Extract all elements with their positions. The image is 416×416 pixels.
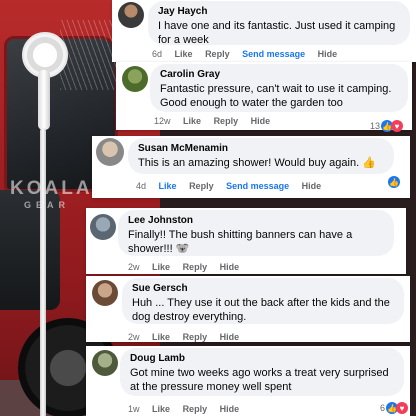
- send-message-button[interactable]: Send message: [242, 49, 305, 59]
- commenter-name[interactable]: Sue Gersch: [132, 283, 394, 294]
- avatar[interactable]: [118, 2, 144, 28]
- like-button[interactable]: Like: [159, 181, 177, 191]
- hide-button[interactable]: Hide: [318, 49, 338, 59]
- avatar[interactable]: [96, 138, 124, 166]
- comment-bubble: Susan McMenamin This is an amazing showe…: [128, 138, 394, 174]
- reply-button[interactable]: Reply: [183, 262, 208, 272]
- comment-card: Doug Lamb Got mine two weeks ago works a…: [86, 346, 410, 416]
- comment-bubble: Sue Gersch Huh ... They use it out the b…: [122, 278, 404, 324]
- comment-text: Finally!! The bush shitting banners can …: [128, 229, 353, 255]
- hide-button[interactable]: Hide: [220, 404, 240, 414]
- timestamp[interactable]: 4d: [136, 181, 146, 191]
- send-message-button[interactable]: Send message: [226, 181, 289, 191]
- heart-reaction-icon: ♥: [391, 120, 404, 132]
- comment-actions: 4d Like Reply Send message Hide: [136, 181, 331, 191]
- comment-actions: 1w Like Reply Hide: [128, 404, 249, 414]
- comment-actions: 6d Like Reply Send message Hide: [152, 49, 347, 59]
- commenter-name[interactable]: Susan McMenamin: [138, 143, 384, 154]
- comment-card: Lee Johnston Finally!! The bush shitting…: [86, 208, 406, 274]
- avatar[interactable]: [92, 280, 118, 306]
- reaction-count[interactable]: 13 👍 ♥: [370, 120, 404, 132]
- reply-button[interactable]: Reply: [183, 332, 208, 342]
- avatar[interactable]: [90, 214, 116, 240]
- reaction-count[interactable]: 👍: [388, 176, 400, 188]
- timestamp[interactable]: 12w: [154, 116, 171, 126]
- comment-text: Huh ... They use it out the back after t…: [132, 297, 390, 323]
- avatar[interactable]: [122, 66, 148, 92]
- timestamp[interactable]: 2w: [128, 332, 140, 342]
- reply-button[interactable]: Reply: [183, 404, 208, 414]
- timestamp[interactable]: 2w: [128, 262, 140, 272]
- reaction-count[interactable]: 6 👍 ♥: [380, 402, 409, 414]
- comment-text: Got mine two weeks ago works a treat ver…: [130, 367, 389, 393]
- comment-card: Sue Gersch Huh ... They use it out the b…: [86, 276, 410, 342]
- hide-button[interactable]: Hide: [220, 262, 240, 272]
- comment-actions: 2w Like Reply Hide: [128, 332, 249, 342]
- comment-card: Jay Haych I have one and its fantastic. …: [112, 0, 416, 62]
- hide-button[interactable]: Hide: [220, 332, 240, 342]
- commenter-name[interactable]: Jay Haych: [158, 6, 400, 17]
- reply-button[interactable]: Reply: [214, 116, 239, 126]
- comment-text: This is an amazing shower! Would buy aga…: [138, 157, 376, 169]
- comment-bubble: Carolin Gray Fantastic pressure, can't w…: [150, 64, 408, 112]
- reply-button[interactable]: Reply: [205, 49, 230, 59]
- comment-actions: 12w Like Reply Hide: [154, 116, 280, 126]
- timestamp[interactable]: 6d: [152, 49, 162, 59]
- heart-reaction-icon: ♥: [396, 402, 409, 414]
- koala-gear-watermark: KOALA GEAR: [10, 178, 93, 210]
- commenter-name[interactable]: Lee Johnston: [128, 215, 384, 226]
- comment-card: Susan McMenamin This is an amazing showe…: [92, 136, 410, 198]
- like-button[interactable]: Like: [152, 332, 170, 342]
- like-button[interactable]: Like: [175, 49, 193, 59]
- like-reaction-icon: 👍: [388, 176, 400, 188]
- shower-handle: [38, 70, 50, 130]
- comment-bubble: Lee Johnston Finally!! The bush shitting…: [118, 210, 394, 256]
- hide-button[interactable]: Hide: [251, 116, 271, 126]
- hide-button[interactable]: Hide: [302, 181, 322, 191]
- comment-text: I have one and its fantastic. Just used …: [158, 20, 396, 46]
- like-button[interactable]: Like: [152, 404, 170, 414]
- comment-card: Carolin Gray Fantastic pressure, can't w…: [116, 62, 412, 132]
- shower-hose: [40, 128, 46, 416]
- comment-text: Fantastic pressure, can't wait to use it…: [160, 83, 392, 109]
- commenter-name[interactable]: Carolin Gray: [160, 69, 398, 80]
- timestamp[interactable]: 1w: [128, 404, 140, 414]
- water-spray: [60, 20, 120, 90]
- avatar[interactable]: [92, 350, 118, 376]
- like-button[interactable]: Like: [183, 116, 201, 126]
- commenter-name[interactable]: Doug Lamb: [130, 353, 394, 364]
- reply-button[interactable]: Reply: [189, 181, 214, 191]
- comment-bubble: Jay Haych I have one and its fantastic. …: [148, 1, 410, 46]
- comment-bubble: Doug Lamb Got mine two weeks ago works a…: [120, 348, 404, 396]
- comment-actions: 2w Like Reply Hide: [128, 262, 249, 272]
- like-button[interactable]: Like: [152, 262, 170, 272]
